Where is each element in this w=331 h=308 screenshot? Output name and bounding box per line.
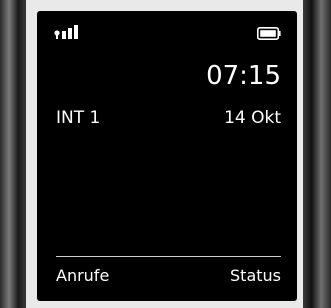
handset-name: INT 1 [56,108,101,128]
phone-device: 07:15 INT 1 14 Okt Anrufe Status [0,0,331,308]
signal-strength-icon [54,25,78,39]
phone-casing-left [0,0,26,308]
softkey-status-button[interactable]: Status [230,265,281,287]
battery-icon [257,27,281,40]
phone-casing-right [303,0,331,308]
clock-date: 14 Okt [224,108,281,128]
softkey-divider [56,256,281,257]
phone-display: 07:15 INT 1 14 Okt Anrufe Status [37,11,297,301]
clock-time: 07:15 [206,61,281,91]
softkey-calls-button[interactable]: Anrufe [56,265,109,287]
